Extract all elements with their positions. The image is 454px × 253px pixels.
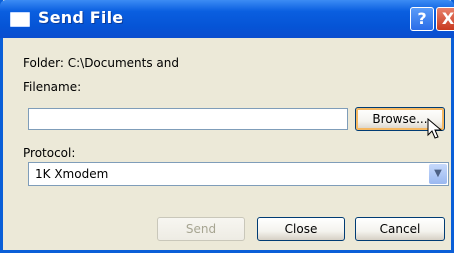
filename-label: Filename:: [23, 80, 82, 94]
window-title: Send File: [38, 8, 124, 27]
mouse-pointer-icon: [427, 118, 443, 139]
protocol-selected-value: 1K Xmodem: [35, 167, 109, 181]
protocol-label: Protocol:: [23, 146, 76, 160]
close-button[interactable]: Close: [257, 217, 345, 241]
send-button[interactable]: Send: [157, 217, 245, 241]
send-file-dialog: Send File ? X Folder: C:\Documents and F…: [0, 0, 454, 253]
folder-path-text: Folder: C:\Documents and: [23, 56, 180, 70]
window-app-icon: [10, 12, 30, 27]
cancel-button[interactable]: Cancel: [355, 217, 445, 241]
chevron-down-icon[interactable]: ▼: [429, 164, 447, 184]
filename-input[interactable]: [28, 108, 348, 130]
protocol-select[interactable]: 1K Xmodem ▼: [28, 162, 449, 186]
close-window-button[interactable]: X: [436, 7, 454, 31]
title-bar[interactable]: Send File ? X: [0, 0, 454, 38]
help-button[interactable]: ?: [410, 7, 434, 31]
